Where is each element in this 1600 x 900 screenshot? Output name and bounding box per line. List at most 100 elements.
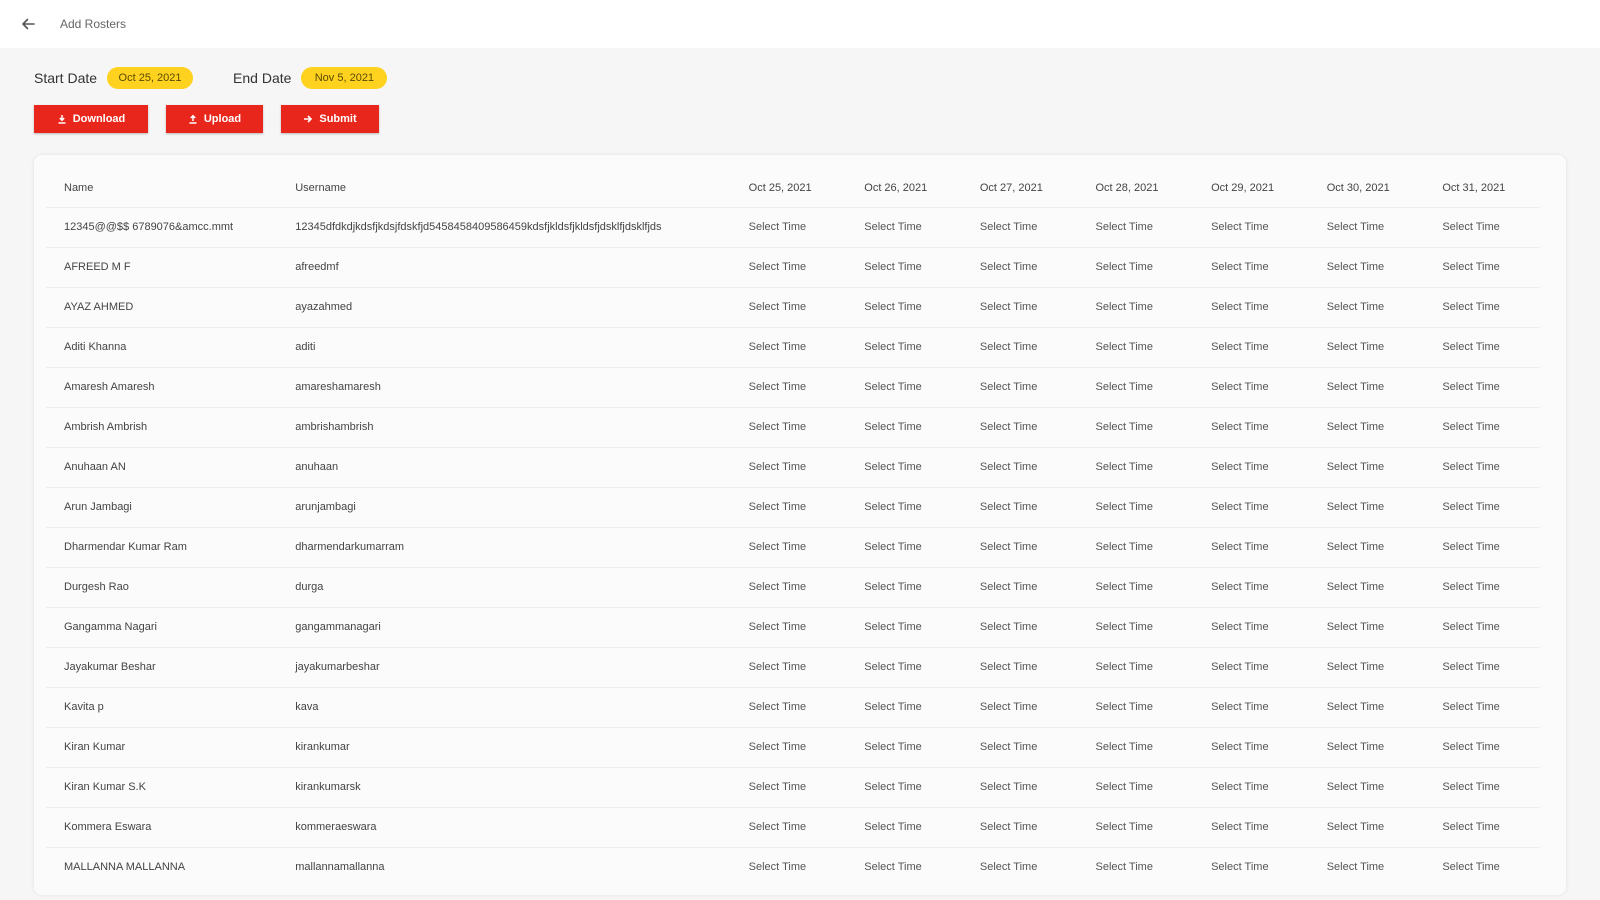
select-time-cell[interactable]: Select Time	[1308, 766, 1425, 807]
select-time-cell[interactable]: Select Time	[730, 326, 847, 367]
select-time-cell[interactable]: Select Time	[1308, 206, 1425, 247]
select-time-cell[interactable]: Select Time	[1193, 526, 1309, 567]
select-time-cell[interactable]: Select Time	[961, 606, 1078, 647]
select-time-cell[interactable]: Select Time	[730, 846, 847, 887]
select-time-cell[interactable]: Select Time	[846, 566, 962, 607]
select-time-cell[interactable]: Select Time	[730, 646, 847, 687]
select-time-cell[interactable]: Select Time	[846, 206, 962, 247]
select-time-cell[interactable]: Select Time	[1424, 286, 1540, 327]
select-time-cell[interactable]: Select Time	[1424, 406, 1540, 447]
select-time-cell[interactable]: Select Time	[961, 446, 1078, 487]
download-button[interactable]: Download	[34, 105, 148, 133]
select-time-cell[interactable]: Select Time	[1077, 846, 1194, 887]
select-time-cell[interactable]: Select Time	[1077, 286, 1194, 327]
select-time-cell[interactable]: Select Time	[1308, 526, 1425, 567]
select-time-cell[interactable]: Select Time	[1193, 686, 1309, 727]
select-time-cell[interactable]: Select Time	[1308, 366, 1425, 407]
select-time-cell[interactable]: Select Time	[1193, 366, 1309, 407]
select-time-cell[interactable]: Select Time	[1193, 326, 1309, 367]
select-time-cell[interactable]: Select Time	[730, 246, 847, 287]
select-time-cell[interactable]: Select Time	[846, 446, 962, 487]
select-time-cell[interactable]: Select Time	[846, 366, 962, 407]
select-time-cell[interactable]: Select Time	[1193, 446, 1309, 487]
select-time-cell[interactable]: Select Time	[1077, 526, 1194, 567]
select-time-cell[interactable]: Select Time	[961, 366, 1078, 407]
select-time-cell[interactable]: Select Time	[1193, 566, 1309, 607]
select-time-cell[interactable]: Select Time	[961, 206, 1078, 247]
select-time-cell[interactable]: Select Time	[1308, 726, 1425, 767]
select-time-cell[interactable]: Select Time	[730, 446, 847, 487]
select-time-cell[interactable]: Select Time	[1193, 286, 1309, 327]
select-time-cell[interactable]: Select Time	[961, 286, 1078, 327]
select-time-cell[interactable]: Select Time	[961, 726, 1078, 767]
select-time-cell[interactable]: Select Time	[1308, 846, 1425, 887]
select-time-cell[interactable]: Select Time	[1424, 326, 1540, 367]
select-time-cell[interactable]: Select Time	[1077, 246, 1194, 287]
select-time-cell[interactable]: Select Time	[1077, 606, 1194, 647]
select-time-cell[interactable]: Select Time	[1077, 366, 1194, 407]
select-time-cell[interactable]: Select Time	[1308, 286, 1425, 327]
select-time-cell[interactable]: Select Time	[846, 286, 962, 327]
select-time-cell[interactable]: Select Time	[846, 766, 962, 807]
select-time-cell[interactable]: Select Time	[1424, 606, 1540, 647]
select-time-cell[interactable]: Select Time	[1424, 486, 1540, 527]
select-time-cell[interactable]: Select Time	[1077, 486, 1194, 527]
back-button[interactable]	[16, 12, 40, 36]
select-time-cell[interactable]: Select Time	[1077, 206, 1194, 247]
select-time-cell[interactable]: Select Time	[1308, 806, 1425, 847]
select-time-cell[interactable]: Select Time	[1193, 766, 1309, 807]
submit-button[interactable]: Submit	[281, 105, 379, 133]
select-time-cell[interactable]: Select Time	[1424, 526, 1540, 567]
select-time-cell[interactable]: Select Time	[846, 406, 962, 447]
select-time-cell[interactable]: Select Time	[1193, 606, 1309, 647]
select-time-cell[interactable]: Select Time	[1308, 486, 1425, 527]
select-time-cell[interactable]: Select Time	[961, 806, 1078, 847]
select-time-cell[interactable]: Select Time	[730, 206, 847, 247]
select-time-cell[interactable]: Select Time	[1193, 486, 1309, 527]
select-time-cell[interactable]: Select Time	[730, 766, 847, 807]
select-time-cell[interactable]: Select Time	[1193, 726, 1309, 767]
select-time-cell[interactable]: Select Time	[730, 286, 847, 327]
select-time-cell[interactable]: Select Time	[730, 486, 847, 527]
select-time-cell[interactable]: Select Time	[1077, 806, 1194, 847]
select-time-cell[interactable]: Select Time	[730, 566, 847, 607]
select-time-cell[interactable]: Select Time	[961, 766, 1078, 807]
select-time-cell[interactable]: Select Time	[1077, 686, 1194, 727]
select-time-cell[interactable]: Select Time	[730, 806, 847, 847]
select-time-cell[interactable]: Select Time	[1308, 246, 1425, 287]
select-time-cell[interactable]: Select Time	[961, 566, 1078, 607]
select-time-cell[interactable]: Select Time	[846, 806, 962, 847]
select-time-cell[interactable]: Select Time	[846, 686, 962, 727]
select-time-cell[interactable]: Select Time	[730, 366, 847, 407]
select-time-cell[interactable]: Select Time	[961, 526, 1078, 567]
select-time-cell[interactable]: Select Time	[730, 726, 847, 767]
select-time-cell[interactable]: Select Time	[1424, 246, 1540, 287]
select-time-cell[interactable]: Select Time	[961, 406, 1078, 447]
select-time-cell[interactable]: Select Time	[846, 726, 962, 767]
select-time-cell[interactable]: Select Time	[1193, 246, 1309, 287]
select-time-cell[interactable]: Select Time	[1308, 646, 1425, 687]
select-time-cell[interactable]: Select Time	[1424, 686, 1540, 727]
select-time-cell[interactable]: Select Time	[1193, 406, 1309, 447]
select-time-cell[interactable]: Select Time	[961, 246, 1078, 287]
select-time-cell[interactable]: Select Time	[961, 486, 1078, 527]
select-time-cell[interactable]: Select Time	[1193, 806, 1309, 847]
select-time-cell[interactable]: Select Time	[1077, 406, 1194, 447]
select-time-cell[interactable]: Select Time	[730, 686, 847, 727]
end-date-chip[interactable]: Nov 5, 2021	[301, 67, 388, 89]
select-time-cell[interactable]: Select Time	[1193, 206, 1309, 247]
select-time-cell[interactable]: Select Time	[1193, 646, 1309, 687]
select-time-cell[interactable]: Select Time	[730, 606, 847, 647]
select-time-cell[interactable]: Select Time	[1077, 326, 1194, 367]
select-time-cell[interactable]: Select Time	[961, 326, 1078, 367]
select-time-cell[interactable]: Select Time	[1308, 446, 1425, 487]
select-time-cell[interactable]: Select Time	[730, 526, 847, 567]
select-time-cell[interactable]: Select Time	[846, 486, 962, 527]
select-time-cell[interactable]: Select Time	[1424, 846, 1540, 887]
select-time-cell[interactable]: Select Time	[730, 406, 847, 447]
select-time-cell[interactable]: Select Time	[1077, 446, 1194, 487]
select-time-cell[interactable]: Select Time	[1077, 566, 1194, 607]
select-time-cell[interactable]: Select Time	[961, 646, 1078, 687]
select-time-cell[interactable]: Select Time	[1308, 606, 1425, 647]
select-time-cell[interactable]: Select Time	[1308, 406, 1425, 447]
